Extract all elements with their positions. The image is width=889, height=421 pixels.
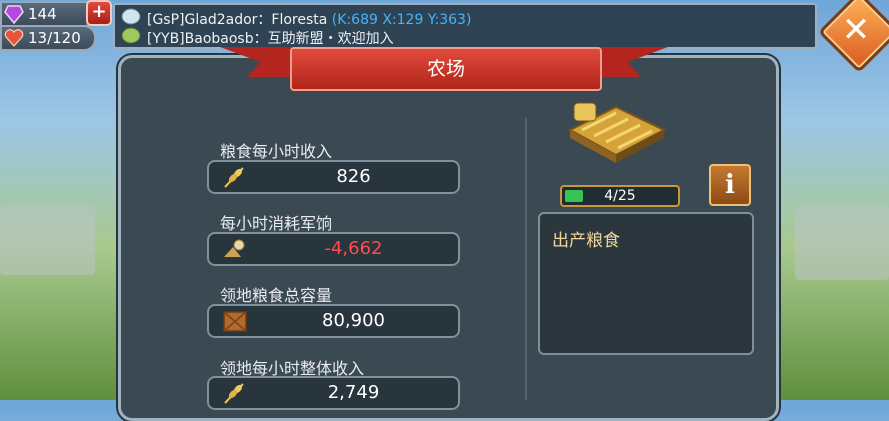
wheat-icon [224,383,244,404]
gems-counter[interactable]: 144 [0,1,96,27]
chat-line-2: [YYB]Baobaosb：互助新盟・欢迎加入 [147,31,394,47]
stat-total-income: 2,749 [207,376,460,410]
stamina-counter[interactable]: 13/120 [0,25,96,51]
chat-line-1: [GsP]Glad2ador：Floresta (K:689 X:129 Y:3… [147,9,471,29]
gems-value: 144 [28,5,57,23]
panel-divider [525,118,527,400]
stat-label-food-income: 粮食每小时收入 [220,142,333,161]
stat-upkeep: -4,662 [207,232,460,266]
gem-icon [4,5,24,24]
farm-building-icon [567,102,667,163]
heart-icon [4,29,24,47]
chat-avatar-icon [121,27,141,44]
level-progress-bar: 4/25 [560,185,680,207]
level-progress-text: 4/25 [604,188,636,204]
description-title: 出产粮食 [552,231,620,251]
stamina-value: 13/120 [28,29,81,47]
army-upkeep-icon [224,239,245,257]
stat-value-negative: -4,662 [324,238,383,259]
close-icon[interactable]: ✕ [830,5,882,55]
chat-avatar-icon [121,8,141,25]
chat-bar[interactable]: [GsP]Glad2ador：Floresta (K:689 X:129 Y:3… [113,3,817,49]
description-box: 出产粮食 [538,212,754,355]
stat-label-capacity: 领地粮食总容量 [220,286,333,305]
stat-food-income: 826 [207,160,460,194]
chat-line-1-text: [GsP]Glad2ador：Floresta [147,12,328,28]
stat-value: 826 [336,166,371,187]
background-ruin-right [795,205,889,280]
stat-value: 80,900 [322,310,385,331]
stat-capacity: 80,900 [207,304,460,338]
wheat-icon [224,167,244,188]
chat-coordinates-link[interactable]: (K:689 X:129 Y:363) [332,12,472,28]
add-gems-button[interactable]: + [86,0,112,26]
storage-crate-icon [223,311,247,332]
stat-label-upkeep: 每小时消耗军饷 [220,214,333,233]
page-title: 农场 [290,47,602,91]
info-button[interactable]: i [709,164,751,206]
background-ruin-left [0,205,95,275]
